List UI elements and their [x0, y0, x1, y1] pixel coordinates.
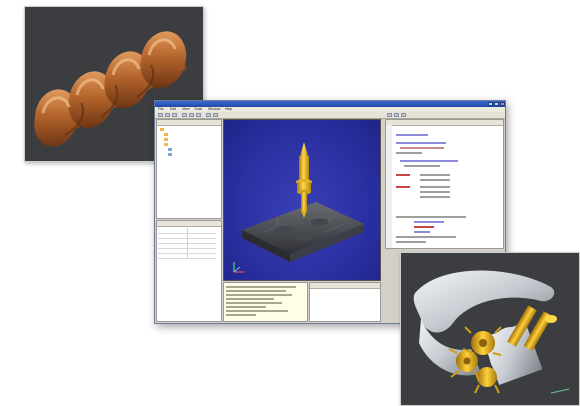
part-icon [168, 147, 172, 151]
code-line [396, 174, 410, 176]
debug-icon[interactable] [401, 113, 406, 117]
save-icon[interactable] [172, 113, 177, 117]
code-line [396, 142, 446, 144]
code-line [404, 165, 440, 167]
cut-icon[interactable] [182, 113, 187, 117]
code-line [414, 231, 430, 233]
folder-icon [164, 142, 168, 146]
output-pane[interactable] [309, 282, 381, 322]
code-line [400, 147, 444, 149]
console-line [226, 298, 274, 300]
code-line [420, 191, 450, 193]
code-line [414, 226, 434, 228]
code-line [396, 241, 426, 243]
console-line [226, 306, 266, 308]
toolbar [155, 112, 505, 119]
grid-column-divider [187, 228, 188, 258]
tree-item[interactable] [164, 137, 169, 141]
maximize-icon[interactable] [494, 102, 499, 106]
tree-item[interactable] [168, 147, 173, 151]
output-pane-header [310, 283, 380, 289]
console-line [226, 294, 292, 296]
properties-pane [156, 220, 222, 322]
tree-item[interactable] [160, 127, 165, 131]
folder-icon [164, 137, 168, 141]
console-line [226, 302, 282, 304]
open-icon[interactable] [165, 113, 170, 117]
code-editor[interactable] [385, 119, 504, 249]
console-line [226, 286, 296, 288]
tree-item[interactable] [164, 142, 169, 146]
code-line [396, 186, 410, 188]
code-line [396, 216, 466, 218]
code-line [396, 134, 428, 136]
tree-pane-header [157, 120, 221, 126]
3d-viewport[interactable] [223, 119, 381, 281]
code-line [396, 236, 456, 238]
code-line [414, 221, 444, 223]
code-line [420, 179, 450, 181]
editor-gutter [386, 125, 392, 248]
console-line [226, 314, 256, 316]
console-pane[interactable] [223, 282, 308, 322]
gear-assembly-render-icon [413, 270, 570, 394]
paste-icon[interactable] [196, 113, 201, 117]
close-icon[interactable] [500, 102, 505, 106]
properties-pane-header [157, 221, 221, 227]
code-line [420, 186, 450, 188]
run-icon[interactable] [387, 113, 392, 117]
undo-icon[interactable] [206, 113, 211, 117]
code-line [420, 174, 450, 176]
assembly-render [400, 252, 580, 406]
new-icon[interactable] [158, 113, 163, 117]
tree-item[interactable] [164, 132, 169, 136]
code-line [396, 152, 422, 154]
tree-item[interactable] [168, 152, 173, 156]
editor-tabs [386, 120, 503, 126]
code-line [400, 160, 458, 162]
part-icon [168, 152, 172, 156]
console-line [226, 290, 286, 292]
code-line [420, 196, 450, 198]
object-tree-pane [156, 119, 222, 219]
console-line [226, 310, 288, 312]
folder-icon [164, 132, 168, 136]
copy-icon[interactable] [189, 113, 194, 117]
folder-icon [160, 127, 164, 131]
workpiece-render [233, 142, 364, 273]
redo-icon[interactable] [213, 113, 218, 117]
minimize-icon[interactable] [488, 102, 493, 106]
stop-icon[interactable] [394, 113, 399, 117]
